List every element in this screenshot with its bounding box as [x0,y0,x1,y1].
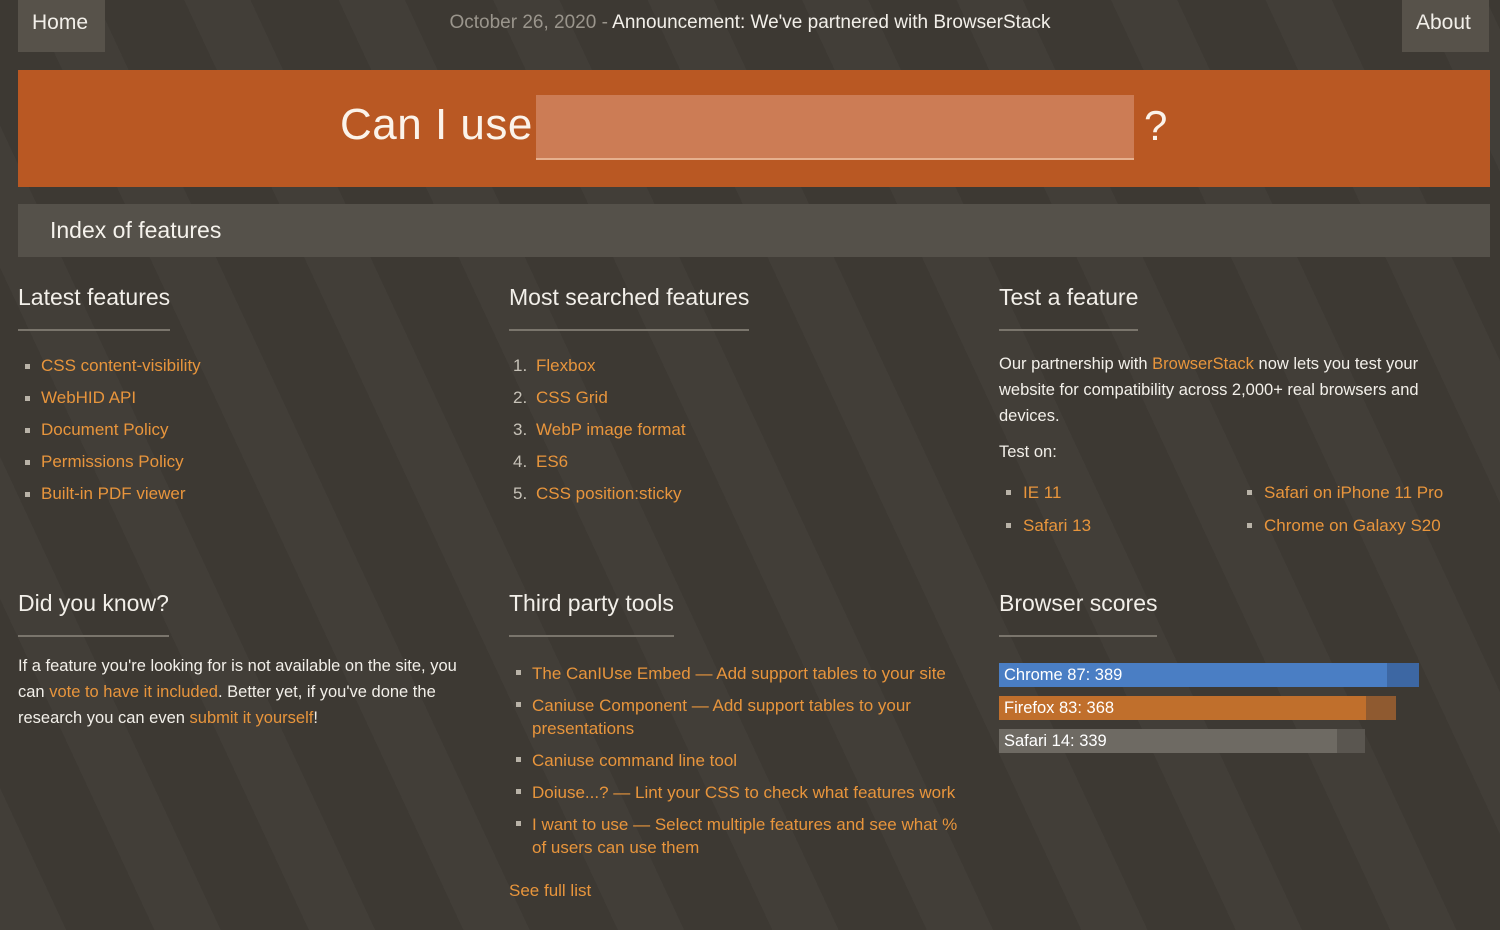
announcement-separator: - [596,12,613,33]
test-feature-heading: Test a feature [999,284,1139,331]
third-party-tool-link[interactable]: I want to use — Select multiple features… [532,815,957,857]
rank-number: 1. [513,356,528,375]
third-party-tool-link[interactable]: The CanIUse Embed — Add support tables t… [532,664,946,683]
third-party-tool-link[interactable]: Caniuse Component — Add support tables t… [532,696,911,738]
most-searched-link[interactable]: CSS position:sticky [536,484,682,503]
most-searched-item: 5. CSS position:sticky [509,484,979,504]
test-target-link[interactable]: Safari on iPhone 11 Pro [1264,483,1443,502]
latest-feature-link[interactable]: WebHID API [41,388,136,407]
top-bar: Home October 26, 2020 - Announcement: We… [0,0,1500,52]
third-party-tool-link[interactable]: Caniuse command line tool [532,751,737,770]
browser-score-row[interactable]: Chrome 87: 389 [999,663,1469,687]
latest-feature-link[interactable]: Permissions Policy [41,452,184,471]
search-label: Can I use [340,100,533,149]
browser-scores-bars: Chrome 87: 389 Firefox 83: 368 Safari 14… [999,663,1469,753]
test-targets-grid: IE 11 Safari on iPhone 11 Pro Safari 13 … [999,482,1469,536]
most-searched-section: Most searched features 1. Flexbox 2. CSS G… [509,284,979,516]
score-label: Chrome 87: 389 [1004,666,1123,684]
test-target-link[interactable]: Chrome on Galaxy S20 [1264,516,1441,535]
announcement-date: October 26, 2020 [449,12,597,33]
test-target-item: IE 11 [999,482,1240,503]
test-target-item: Safari 13 [999,515,1240,536]
latest-feature-link[interactable]: Built-in PDF viewer [41,484,186,503]
most-searched-item: 2. CSS Grid [509,388,979,408]
most-searched-list: 1. Flexbox 2. CSS Grid 3. WebP image format… [509,356,979,504]
submit-link[interactable]: submit it yourself [190,709,314,727]
test-target-item: Safari on iPhone 11 Pro [1240,482,1470,503]
rank-number: 4. [513,452,528,471]
browser-score-row[interactable]: Safari 14: 339 [999,729,1469,753]
most-searched-item: 1. Flexbox [509,356,979,376]
test-desc-pre: Our partnership with [999,355,1153,373]
most-searched-heading: Most searched features [509,284,750,331]
most-searched-link[interactable]: CSS Grid [536,388,608,407]
test-feature-description: Our partnership with BrowserStack now le… [999,351,1469,429]
index-of-features-bar[interactable]: Index of features [18,204,1490,257]
third-party-tools-section: Third party tools The CanIUse Embed — Ad… [509,590,969,901]
browser-scores-section: Browser scores Chrome 87: 389 Firefox 83… [999,590,1469,762]
most-searched-link[interactable]: WebP image format [536,420,686,439]
third-party-tools-list: The CanIUse Embed — Add support tables t… [509,662,969,859]
rank-number: 2. [513,388,528,407]
browserstack-link[interactable]: BrowserStack [1152,355,1254,373]
test-target-item: Chrome on Galaxy S20 [1240,515,1470,536]
third-party-tool-item: The CanIUse Embed — Add support tables t… [509,662,969,685]
search-question-mark: ? [1144,102,1168,149]
most-searched-item: 4. ES6 [509,452,979,472]
did-you-know-section: Did you know? If a feature you're lookin… [18,590,488,731]
announcement-link[interactable]: Announcement: We've partnered with Brows… [612,12,1050,33]
vote-link[interactable]: vote to have it included [49,683,218,701]
did-you-know-text: If a feature you're looking for is not a… [18,653,488,731]
announcement: October 26, 2020 - Announcement: We've p… [0,12,1500,34]
browser-scores-heading: Browser scores [999,590,1158,637]
third-party-tool-item: Doiuse...? — Lint your CSS to check what… [509,781,969,804]
search-band: Can I use ? [18,70,1490,187]
dyk-text-3: ! [313,709,318,727]
rank-number: 3. [513,420,528,439]
score-label: Safari 14: 339 [1004,732,1107,750]
latest-features-list: CSS content-visibility WebHID API Docume… [18,356,488,504]
latest-feature-item: Built-in PDF viewer [18,484,488,504]
latest-features-section: Latest features CSS content-visibility W… [18,284,488,516]
browser-score-row[interactable]: Firefox 83: 368 [999,696,1469,720]
latest-feature-link[interactable]: Document Policy [41,420,169,439]
third-party-tool-item: Caniuse Component — Add support tables t… [509,694,969,740]
about-link[interactable]: About [1402,0,1489,52]
test-target-link[interactable]: IE 11 [1023,483,1061,502]
latest-feature-item: WebHID API [18,388,488,408]
score-label: Firefox 83: 368 [1004,699,1115,717]
test-feature-section: Test a feature Our partnership with Brow… [999,284,1469,536]
see-full-list-link[interactable]: See full list [509,881,969,901]
third-party-tool-item: I want to use — Select multiple features… [509,813,969,859]
third-party-tool-item: Caniuse command line tool [509,749,969,772]
most-searched-link[interactable]: Flexbox [536,356,596,375]
third-party-tools-heading: Third party tools [509,590,674,637]
latest-feature-item: Document Policy [18,420,488,440]
latest-feature-item: Permissions Policy [18,452,488,472]
did-you-know-heading: Did you know? [18,590,169,637]
third-party-tool-link[interactable]: Doiuse...? — Lint your CSS to check what… [532,783,955,802]
latest-feature-link[interactable]: CSS content-visibility [41,356,201,375]
test-on-label: Test on: [999,443,1057,461]
index-of-features-title: Index of features [50,217,222,243]
latest-feature-item: CSS content-visibility [18,356,488,376]
most-searched-link[interactable]: ES6 [536,452,568,471]
latest-features-heading: Latest features [18,284,171,331]
most-searched-item: 3. WebP image format [509,420,979,440]
search-input[interactable] [536,95,1134,160]
test-target-link[interactable]: Safari 13 [1023,516,1091,535]
rank-number: 5. [513,484,528,503]
